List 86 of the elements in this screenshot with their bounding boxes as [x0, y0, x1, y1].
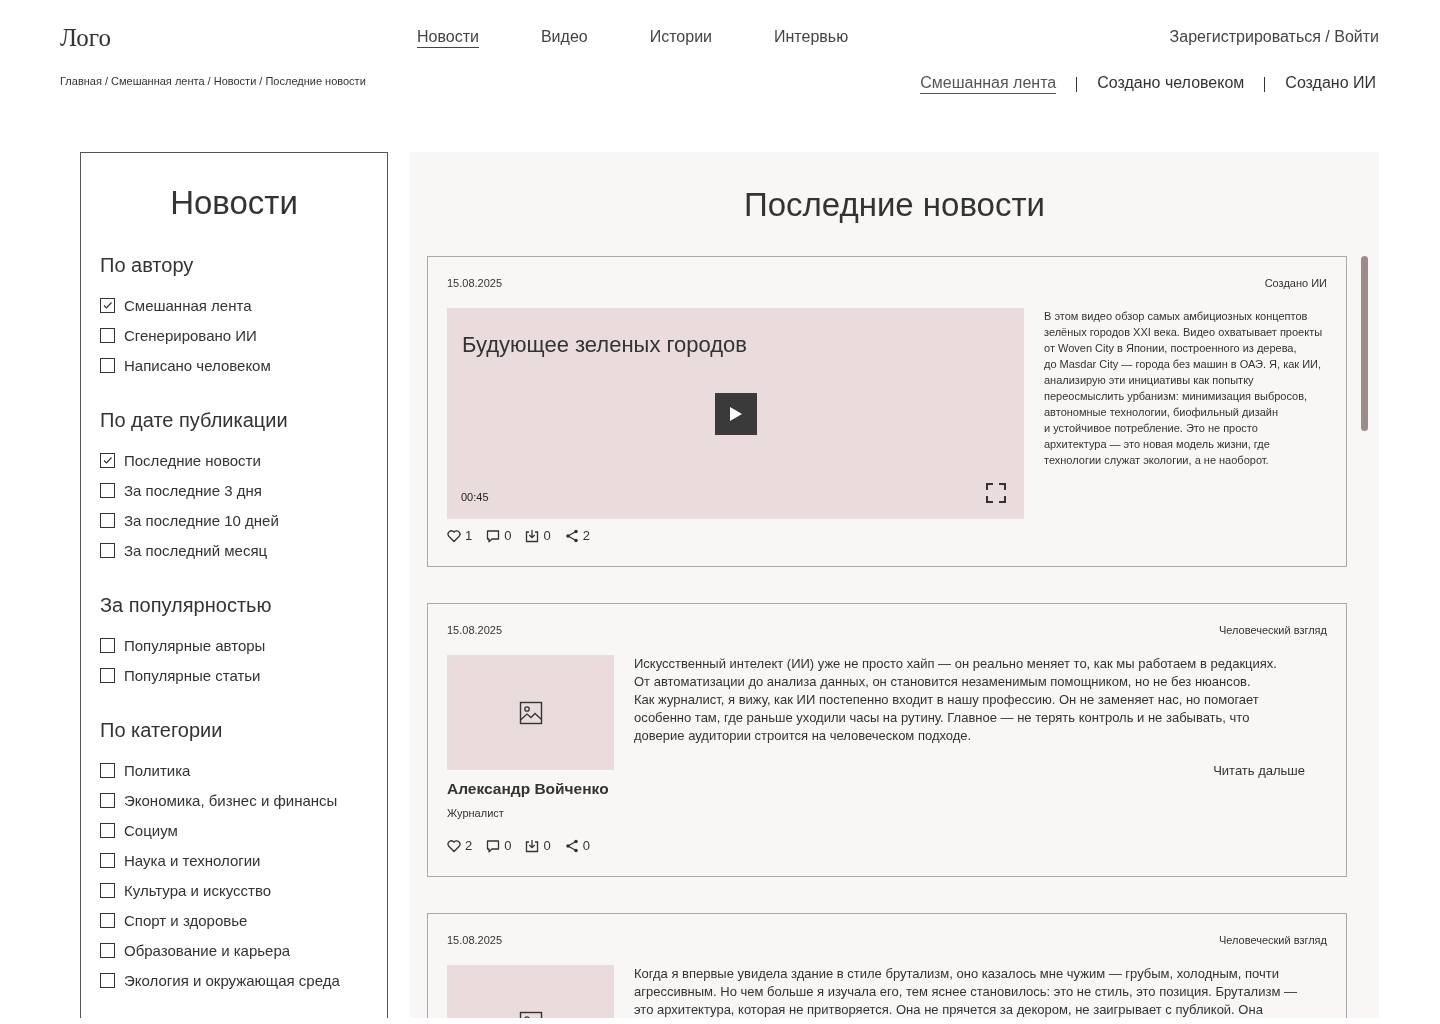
checkbox-label: Написано человеком: [124, 356, 271, 374]
checkbox[interactable]: [100, 357, 115, 373]
checkbox[interactable]: [100, 452, 115, 468]
count: 0: [543, 838, 551, 854]
checkbox-label: Сгенерировано ИИ: [124, 326, 257, 344]
checkbox[interactable]: [100, 297, 115, 313]
checkbox[interactable]: [100, 942, 115, 958]
checkbox[interactable]: [100, 482, 115, 498]
video-title: Будующее зеленых городов: [462, 332, 747, 358]
share-icon[interactable]: [564, 839, 579, 853]
count: 0: [504, 528, 512, 544]
checkbox[interactable]: [100, 762, 115, 778]
share-icon[interactable]: [564, 529, 579, 543]
date: 15.08.2025: [447, 933, 503, 947]
checkbox-label: За последний месяц: [124, 541, 268, 559]
checkbox-label: Культура и искусство: [124, 881, 272, 899]
source-tag: Человеческий взгляд: [1218, 933, 1327, 947]
logo[interactable]: Лого: [60, 24, 417, 52]
feed-tab[interactable]: Смешанная лента: [920, 74, 1057, 94]
comment-icon[interactable]: [486, 839, 501, 853]
heart-icon[interactable]: [447, 529, 461, 543]
image-icon: [518, 700, 543, 725]
download-icon[interactable]: [525, 529, 540, 543]
heart-icon[interactable]: [447, 839, 461, 853]
count: 0: [543, 528, 551, 544]
article-text: Искусственный интелект (ИИ) уже не просто хайп — он реально меняет то, как мы работаем в редакциях. От автоматизации до анализа данных, он становится незаменимым помощником, но не без нюансов. Как журналист, я вижу, как ИИ постепенно входит в нашу профессию. Он не заменяет нас, но помогает особенно там, где раньше уходили часы на рутину. Главное — не терять контроль и не забывать, что доверие аудитории строится на человеческом подходе.: [634, 655, 1278, 745]
filter-heading: По автору: [100, 253, 195, 278]
nav-link[interactable]: Видео: [540, 28, 588, 48]
download-icon[interactable]: [525, 839, 540, 853]
date: 15.08.2025: [447, 623, 503, 637]
count: 0: [504, 838, 512, 854]
source-tag: Человеческий взгляд: [1218, 623, 1327, 637]
checkbox-label: Смешанная лента: [124, 296, 252, 314]
checkbox[interactable]: [100, 822, 115, 838]
count: 0: [582, 838, 590, 854]
checkbox-label: Наука и технологии: [124, 851, 261, 869]
checkbox-label: Политика: [124, 761, 191, 779]
play-icon: [729, 406, 743, 422]
filter-heading: По дате публикации: [100, 408, 289, 433]
filter-heading: По категории: [100, 718, 224, 743]
video-player[interactable]: Будующее зеленых городов 00:45: [447, 308, 1024, 519]
checkbox-label: Образование и карьера: [124, 941, 291, 959]
count: 2: [465, 838, 473, 854]
checkbox[interactable]: [100, 512, 115, 528]
count: 1: [465, 528, 473, 544]
checkbox[interactable]: [100, 912, 115, 928]
nav-link[interactable]: Новости: [417, 28, 479, 48]
checkbox-label: Последние новости: [124, 451, 261, 469]
scrollbar[interactable]: [1361, 256, 1368, 431]
checkbox[interactable]: [100, 882, 115, 898]
play-button[interactable]: [715, 393, 757, 435]
author-role: Журналист: [447, 806, 505, 820]
date: 15.08.2025: [447, 276, 503, 290]
checkbox[interactable]: [100, 972, 115, 988]
checkbox-label: Спорт и здоровье: [124, 911, 248, 929]
feed-tab[interactable]: Создано ИИ: [1285, 74, 1376, 94]
nav-link[interactable]: Истории: [649, 28, 712, 48]
read-more-link[interactable]: Читать дальше: [1213, 763, 1305, 778]
login-link[interactable]: Зарегистрироваться / Войти: [1169, 28, 1379, 48]
feed-tab[interactable]: Создано человеком: [1097, 74, 1245, 94]
author-name: Александр Войченко: [447, 779, 610, 799]
checkbox[interactable]: [100, 327, 115, 343]
source-tag: Создано ИИ: [1264, 276, 1327, 290]
article-text: Когда я впервые увидела здание в стиле брутализм, оно казалось мне чужим — грубым, холодным, почти агрессивным. Но чем больше я изучала его, тем яснее становилось: это не стиль, это позиция. Брутализм — это архитектура, которая не притворяется. Она не прячется за декором, не заигрывает с публикой. Она: [634, 965, 1298, 1018]
checkbox-label: Экономика, бизнес и финансы: [124, 791, 338, 809]
sidebar-title: Новости: [169, 183, 299, 223]
checkbox[interactable]: [100, 637, 115, 653]
breadcrumb: Главная / Смешанная лента / Новости / Последние новости: [60, 75, 366, 87]
checkbox-label: Популярные авторы: [124, 636, 266, 654]
checkbox[interactable]: [100, 852, 115, 868]
checkbox[interactable]: [100, 542, 115, 558]
checkbox-label: За последние 10 дней: [124, 511, 279, 529]
video-time: 00:45: [461, 491, 489, 503]
video-description: В этом видео обзор самых амбициозных концептов зелёных городов XXI века. Видео охватывает проекты от Woven City в Японии, построенного из дерева, до Masdar City — города без машин в ОАЭ. Я, как ИИ, анализирую эти инициативы как попытку переосмыслить урбанизм: минимизация выбросов, автономные технологии, биофильный дизайн и устойчивое потребление. Это не просто архитектура — это новая модель жизни, где технологии служат экологии, а не наоборот.: [1044, 309, 1323, 468]
comment-icon[interactable]: [486, 529, 501, 543]
checkbox[interactable]: [100, 667, 115, 683]
checkbox-label: Экология и окружающая среда: [124, 971, 340, 989]
feed-title: Последние новости: [743, 185, 1046, 225]
nav-link[interactable]: Интервью: [774, 28, 849, 48]
checkbox-label: Социум: [124, 821, 178, 839]
fullscreen-icon[interactable]: [986, 483, 1006, 503]
filter-heading: За популярностью: [100, 593, 273, 618]
checkbox-label: За последние 3 дня: [124, 481, 262, 499]
count: 2: [582, 528, 590, 544]
checkbox-label: Популярные статьи: [124, 666, 261, 684]
checkbox[interactable]: [100, 792, 115, 808]
